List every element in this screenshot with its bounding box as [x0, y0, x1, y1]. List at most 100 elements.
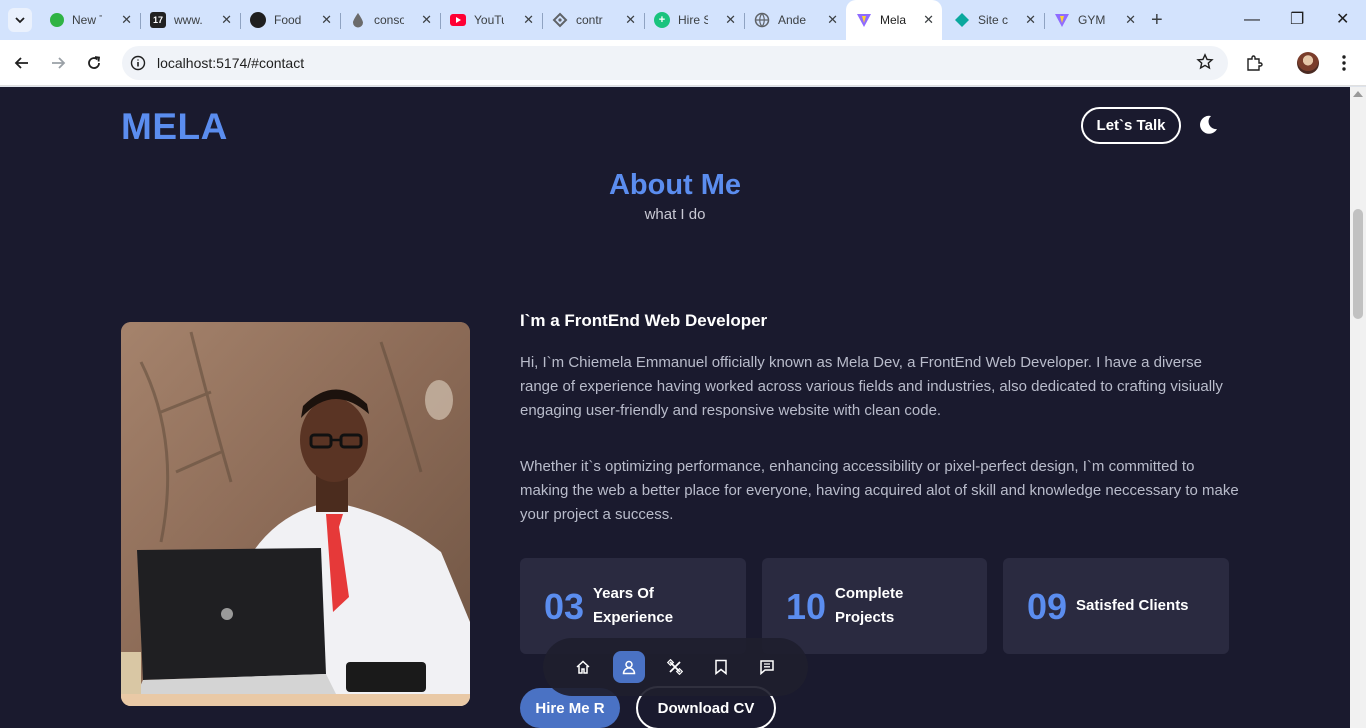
tab-label: conso: [374, 13, 404, 27]
arrow-left-icon: [14, 57, 28, 69]
minimize-button[interactable]: —: [1244, 10, 1260, 30]
stat-card-clients: 09 Satisfed Clients: [1003, 558, 1229, 654]
star-icon[interactable]: [1196, 53, 1214, 71]
nav-portfolio[interactable]: [705, 651, 737, 683]
stat-card-projects: 10 Complete Projects: [762, 558, 987, 654]
restore-button[interactable]: ❐: [1290, 10, 1304, 30]
stat-number: 10: [786, 586, 827, 627]
chevron-down-icon: [15, 17, 25, 24]
vite-icon: [1055, 14, 1069, 27]
back-button[interactable]: [10, 51, 34, 75]
browser-toolbar: localhost:5174/#contact: [0, 40, 1366, 86]
scrollbar-thumb[interactable]: [1353, 209, 1363, 319]
tools-icon: [667, 659, 683, 675]
drop-icon: [353, 13, 363, 28]
tab-food[interactable]: Food ✕: [240, 6, 341, 34]
stat-number: 09: [1027, 586, 1068, 627]
lets-talk-button[interactable]: Let`s Talk: [1081, 107, 1181, 144]
close-icon[interactable]: ✕: [121, 12, 132, 28]
address-bar[interactable]: localhost:5174/#contact: [122, 46, 1228, 80]
site-logo[interactable]: MELA: [121, 106, 228, 148]
close-icon[interactable]: ✕: [625, 12, 636, 28]
tab-label: Site c: [978, 13, 1008, 27]
role-heading: I`m a FrontEnd Web Developer: [520, 311, 768, 330]
stat-label-line1: Years Of: [593, 585, 654, 602]
close-icon[interactable]: ✕: [725, 12, 736, 28]
close-icon[interactable]: ✕: [221, 12, 232, 28]
globe-icon: [754, 12, 770, 28]
tab-label: New T: [72, 13, 102, 27]
close-icon[interactable]: ✕: [1025, 12, 1036, 28]
tab-mela-active[interactable]: Mela ✕: [846, 0, 942, 40]
tab-label: Ande: [778, 13, 807, 27]
stat-label-line1: Satisfed Clients: [1076, 597, 1189, 614]
nav-contact[interactable]: [751, 651, 783, 683]
diamond-icon: [552, 12, 568, 28]
forward-button[interactable]: [46, 51, 70, 75]
tab-youtube[interactable]: YouTu ✕: [440, 6, 543, 34]
moon-icon[interactable]: [1197, 114, 1219, 136]
site-17-icon: 17: [150, 12, 166, 28]
tab-new-tab[interactable]: New T ✕: [40, 6, 141, 34]
extensions-button[interactable]: [1242, 51, 1266, 75]
profile-avatar[interactable]: [1297, 52, 1319, 74]
menu-button[interactable]: [1332, 51, 1356, 75]
tab-label: Hire S: [678, 13, 708, 27]
section-subtitle: what I do: [644, 206, 706, 223]
floating-nav: [543, 638, 808, 696]
green-dot-icon: [50, 13, 64, 27]
user-icon: [622, 660, 636, 675]
tab-strip: New T ✕ 17 www. ✕ Food ✕ conso ✕ YouTu ✕…: [0, 0, 1366, 40]
puzzle-icon: [1247, 55, 1263, 71]
message-icon: [760, 660, 774, 675]
close-icon[interactable]: ✕: [827, 12, 838, 28]
tab-conso[interactable]: conso ✕: [340, 6, 441, 34]
scroll-up-icon[interactable]: [1353, 91, 1363, 97]
about-paragraph-1: Hi, I`m Chiemela Emmanuel officially kno…: [520, 354, 1223, 419]
tab-contr[interactable]: contr ✕: [542, 6, 645, 34]
reload-icon: [88, 56, 101, 69]
close-icon[interactable]: ✕: [421, 12, 432, 28]
window-close-button[interactable]: ✕: [1336, 10, 1349, 30]
stat-label-line2: Projects: [835, 609, 895, 626]
about-paragraph-2: Whether it`s optimizing performance, enh…: [520, 458, 1239, 523]
page-content: MELA Let`s Talk About Me what I do I`m a…: [0, 87, 1350, 728]
new-tab-button[interactable]: +: [1151, 10, 1163, 30]
page-scrollbar[interactable]: [1350, 87, 1366, 728]
nav-about[interactable]: [613, 651, 645, 683]
nav-home[interactable]: [567, 651, 599, 683]
info-icon[interactable]: [130, 55, 146, 71]
tab-ande[interactable]: Ande ✕: [744, 6, 846, 34]
tab-www[interactable]: 17 www. ✕: [140, 6, 241, 34]
tab-label: GYM: [1078, 13, 1106, 27]
home-icon: [576, 660, 590, 674]
close-icon[interactable]: ✕: [1125, 12, 1136, 28]
stat-label-line2: Experience: [593, 609, 674, 626]
reload-button[interactable]: [82, 51, 106, 75]
github-icon: [250, 12, 266, 28]
tab-label: YouTu: [474, 13, 504, 27]
tab-label: Food: [274, 13, 302, 27]
url-text[interactable]: localhost:5174/#contact: [157, 55, 304, 71]
tab-label: Mela: [880, 13, 907, 27]
close-icon[interactable]: ✕: [523, 12, 534, 28]
tab-label: www.: [174, 13, 203, 27]
green-badge-icon: +: [654, 12, 670, 28]
close-icon[interactable]: ✕: [923, 12, 934, 28]
stat-number: 03: [544, 586, 585, 627]
tab-gym[interactable]: GYM ✕: [1044, 6, 1144, 34]
tab-site[interactable]: Site c ✕: [944, 6, 1045, 34]
tab-search-button[interactable]: [8, 8, 32, 32]
profile-photo: [121, 322, 470, 706]
tab-hire[interactable]: + Hire S ✕: [644, 6, 745, 34]
kebab-menu-icon: [1342, 55, 1346, 71]
bookmark-icon: [715, 659, 727, 675]
section-title: About Me: [608, 169, 742, 201]
vite-icon: [857, 14, 871, 27]
arrow-right-icon: [52, 57, 66, 69]
nav-skills[interactable]: [659, 651, 691, 683]
tab-label: contr: [576, 13, 603, 27]
youtube-icon: [450, 14, 466, 26]
close-icon[interactable]: ✕: [321, 12, 332, 28]
stat-label-line1: Complete: [835, 585, 904, 602]
